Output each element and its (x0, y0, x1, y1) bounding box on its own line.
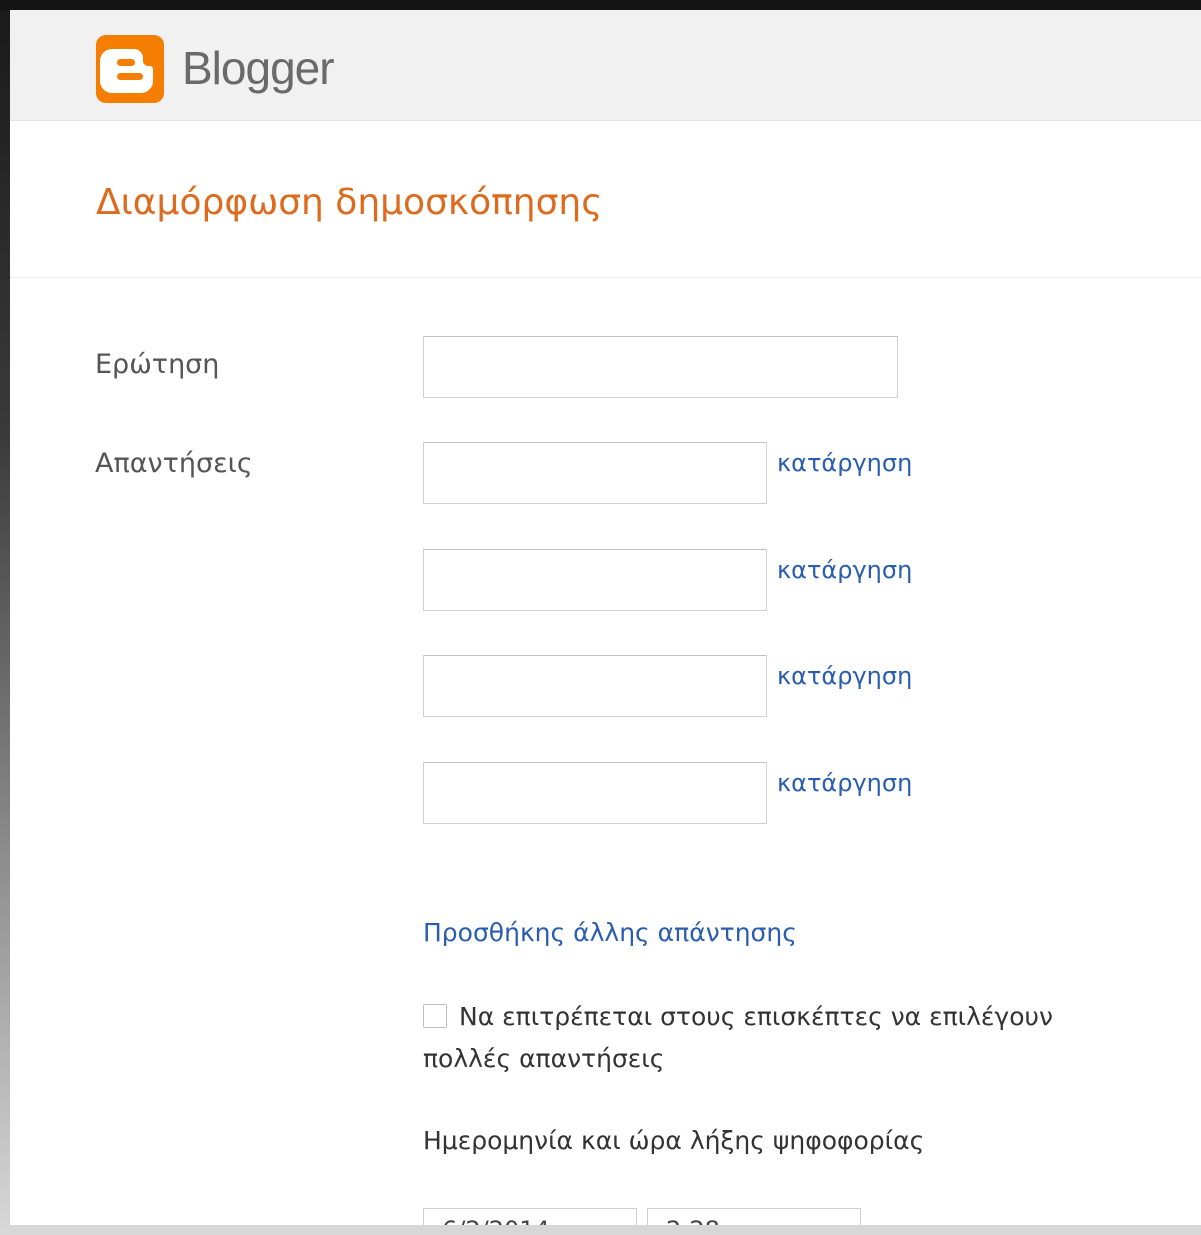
title-band: Διαμόρφωση δημοσκόπησης (10, 121, 1201, 278)
add-answer-link[interactable]: Προσθήκης άλλης απάντησης (423, 916, 797, 950)
page-title: Διαμόρφωση δημοσκόπησης (96, 182, 603, 223)
blogger-window: Blogger Διαμόρφωση δημοσκόπησης Ερώτηση … (10, 10, 1201, 1225)
answer-input-3[interactable] (423, 655, 767, 717)
header-bar: Blogger (10, 10, 1201, 121)
answer-input-2[interactable] (423, 549, 767, 611)
end-datetime-label: Ημερομηνία και ώρα λήξης ψηφοφορίας (423, 1126, 925, 1155)
window-top-edge (0, 0, 1201, 10)
answer-input-4[interactable] (423, 762, 767, 824)
end-time-input[interactable]: 2:28 μμ (647, 1208, 861, 1225)
multiple-answers-checkbox[interactable] (423, 1004, 447, 1028)
answers-label: Απαντήσεις (95, 448, 253, 479)
remove-answer-3-link[interactable]: κατάργηση (777, 661, 912, 691)
remove-answer-2-link[interactable]: κατάργηση (777, 555, 912, 585)
remove-answer-4-link[interactable]: κατάργηση (777, 768, 912, 798)
question-label: Ερώτηση (95, 349, 220, 380)
blogger-logo-icon[interactable] (96, 35, 164, 103)
brand-name[interactable]: Blogger (182, 40, 335, 96)
remove-answer-1-link[interactable]: κατάργηση (777, 448, 912, 478)
question-input[interactable] (423, 336, 898, 398)
end-date-input[interactable]: 6/2/2014 (423, 1208, 637, 1225)
answer-input-1[interactable] (423, 442, 767, 504)
multiple-answers-label: Να επιτρέπεται στους επισκέπτες να επιλέ… (423, 1002, 1053, 1073)
